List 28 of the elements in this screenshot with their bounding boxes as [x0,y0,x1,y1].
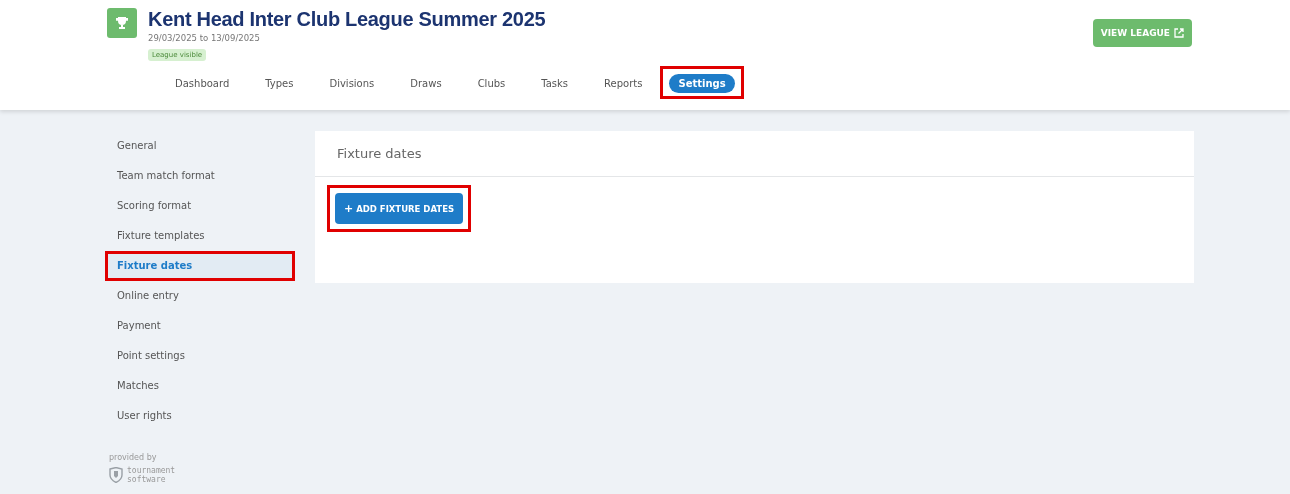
external-link-icon [1174,28,1184,38]
nav-tab[interactable]: Types [256,74,303,93]
league-title: Kent Head Inter Club League Summer 2025 [148,8,546,30]
sidebar-item[interactable]: Team match format [108,164,292,188]
provided-by-caption: provided by [109,453,158,462]
nav-tab[interactable]: Divisions [320,74,384,93]
sidebar-item[interactable]: Scoring format [108,194,292,218]
shield-icon [109,467,123,483]
nav-tab[interactable]: Tasks [532,74,578,93]
sidebar-item[interactable]: General [108,134,292,158]
panel-title: Fixture dates [337,146,422,161]
nav-tab[interactable]: Reports [595,74,652,93]
nav-tab[interactable]: Draws [401,74,451,93]
sidebar-item[interactable]: Fixture dates [108,254,292,278]
trophy-icon [107,8,137,38]
sidebar-item[interactable]: Matches [108,374,292,398]
nav-tab[interactable]: Dashboard [166,74,239,93]
sidebar-item[interactable]: Point settings [108,344,292,368]
league-dates: 29/03/2025 to 13/09/2025 [148,33,260,43]
brand-name: tournament [127,466,176,475]
sidebar-item[interactable]: Online entry [108,284,292,308]
sidebar-item[interactable]: Payment [108,314,292,338]
sidebar-item[interactable]: User rights [108,404,292,428]
brand-name: software [127,475,167,484]
nav-tab[interactable]: Settings [669,74,735,93]
sidebar-item[interactable]: Fixture templates [108,224,292,248]
add-fixture-dates-button[interactable]: + ADD FIXTURE DATES [335,193,464,224]
nav-tab[interactable]: Clubs [468,74,515,93]
